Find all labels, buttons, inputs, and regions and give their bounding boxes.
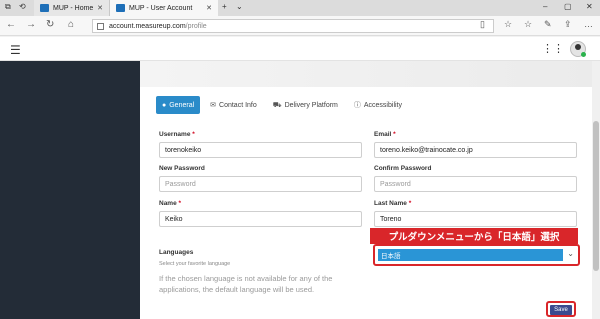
tab-contact-info[interactable]: ✉ Contact Info: [204, 96, 263, 114]
instruction-callout: プルダウンメニューから「日本語」選択: [370, 228, 578, 244]
pen-icon[interactable]: ✎: [544, 19, 552, 30]
profile-content: ● General ✉ Contact Info ⛟ Delivery Plat…: [140, 61, 592, 319]
minimize-icon[interactable]: –: [543, 2, 547, 11]
last-name-group: Last Name * Toreno: [374, 200, 577, 227]
scrollbar-thumb[interactable]: [593, 121, 599, 271]
tab-delivery-platform[interactable]: ⛟ Delivery Platform: [267, 96, 344, 114]
close-tab-icon[interactable]: ✕: [206, 4, 212, 12]
browser-tab-user-account[interactable]: MUP - User Account ✕: [110, 0, 218, 16]
favorites-icon[interactable]: ☆: [524, 19, 532, 30]
browser-tab-label: MUP - User Account: [129, 4, 193, 12]
url-host: account.measureup.com: [109, 22, 186, 30]
envelope-icon: ✉: [210, 102, 217, 109]
page-scrollbar[interactable]: [592, 61, 600, 319]
left-panel: [0, 61, 140, 319]
tab-actions-icon[interactable]: ⧉: [5, 2, 11, 12]
site-favicon-icon: [116, 4, 125, 12]
new-tab-icon[interactable]: +: [222, 2, 227, 11]
first-name-group: Name * Keiko: [159, 200, 362, 227]
language-select[interactable]: 日本語 ⌄: [373, 244, 580, 266]
online-status-icon: [581, 52, 586, 57]
email-group: Email * toreno.keiko@trainocate.co.jp: [374, 131, 577, 158]
home-icon[interactable]: ⌂: [68, 19, 74, 30]
user-icon: ●: [162, 101, 167, 109]
truck-icon: ⛟: [272, 101, 282, 109]
refresh-icon[interactable]: ↻: [46, 19, 54, 30]
tab-label: General: [169, 101, 195, 109]
more-icon[interactable]: …: [584, 19, 593, 29]
maximize-icon[interactable]: ▢: [564, 2, 572, 11]
profile-banner: [140, 61, 592, 87]
browser-tab-home[interactable]: MUP - Home ✕: [34, 0, 110, 16]
first-name-label: Name *: [159, 200, 182, 207]
share-icon[interactable]: ⇪: [564, 19, 572, 30]
email-label: Email *: [374, 131, 396, 138]
tab-list-icon[interactable]: ⟲: [19, 2, 26, 11]
last-name-field[interactable]: Toreno: [374, 211, 577, 227]
back-icon[interactable]: ←: [6, 19, 16, 30]
lock-icon: [97, 23, 104, 30]
new-password-group: New Password Password: [159, 165, 362, 192]
tab-label: Contact Info: [219, 101, 257, 109]
last-name-label: Last Name *: [374, 200, 412, 207]
save-highlight: Save: [546, 301, 576, 317]
languages-subtitle: Select your favorite language: [159, 261, 231, 267]
username-group: Username * torenokeiko: [159, 131, 362, 158]
first-name-field[interactable]: Keiko: [159, 211, 362, 227]
address-bar-row: ← → ↻ ⌂ account.measureup.com /profile ▯…: [0, 16, 600, 36]
languages-label: Languages: [159, 249, 194, 256]
close-tab-icon[interactable]: ✕: [97, 4, 103, 12]
site-favicon-icon: [40, 4, 49, 12]
close-window-icon[interactable]: ✕: [586, 2, 593, 11]
profile-tabs: ● General ✉ Contact Info ⛟ Delivery Plat…: [156, 96, 412, 114]
app-header: ☰ ⋮⋮: [0, 37, 600, 61]
url-path: /profile: [185, 22, 207, 30]
user-icon: [575, 44, 581, 50]
browser-tab-strip: ⧉ ⟲ MUP - Home ✕ MUP - User Account ✕ + …: [0, 0, 600, 16]
tab-accessibility[interactable]: ⓘ Accessibility: [348, 96, 408, 114]
email-field[interactable]: toreno.keiko@trainocate.co.jp: [374, 142, 577, 158]
language-select-value: 日本語: [378, 249, 563, 261]
avatar[interactable]: [570, 41, 586, 57]
apps-grid-icon[interactable]: ⋮⋮: [542, 42, 564, 55]
new-password-label: New Password: [159, 165, 205, 172]
forward-icon[interactable]: →: [26, 19, 36, 30]
favorite-star-icon[interactable]: ☆: [504, 19, 512, 30]
tab-label: Accessibility: [363, 101, 402, 109]
new-password-field[interactable]: Password: [159, 176, 362, 192]
info-icon: ⓘ: [353, 102, 361, 109]
save-button[interactable]: Save: [550, 305, 572, 315]
reading-view-icon[interactable]: ▯: [480, 19, 485, 30]
menu-icon[interactable]: ☰: [10, 43, 21, 57]
languages-note: If the chosen language is not available …: [159, 274, 333, 294]
chevron-down-icon: ⌄: [567, 249, 574, 258]
url-field[interactable]: account.measureup.com /profile: [92, 19, 494, 33]
confirm-password-group: Confirm Password Password: [374, 165, 577, 192]
username-field[interactable]: torenokeiko: [159, 142, 362, 158]
username-label: Username *: [159, 131, 195, 138]
tab-label: Delivery Platform: [284, 101, 338, 109]
browser-tab-label: MUP - Home: [53, 4, 94, 12]
tab-dropdown-icon[interactable]: ⌄: [236, 2, 243, 11]
confirm-password-field[interactable]: Password: [374, 176, 577, 192]
tab-general[interactable]: ● General: [156, 96, 201, 114]
confirm-password-label: Confirm Password: [374, 165, 432, 172]
